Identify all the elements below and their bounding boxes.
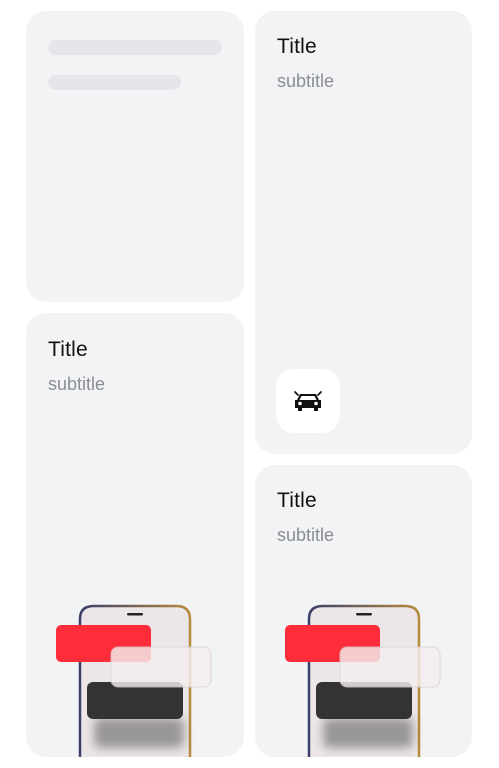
car-icon-tile[interactable]	[276, 369, 340, 433]
card-subtitle: subtitle	[277, 525, 335, 545]
card-title: Title	[48, 338, 88, 361]
skeleton-line-subtitle	[48, 75, 181, 90]
card-subtitle: subtitle	[277, 71, 335, 91]
skeleton-line-title	[48, 40, 222, 55]
loading-card	[26, 11, 244, 302]
phone-notification-illustration	[285, 604, 441, 757]
phone-card-right[interactable]: Title subtitle	[255, 465, 472, 757]
phone-card-left[interactable]: Title subtitle	[26, 313, 244, 757]
car-icon	[294, 391, 322, 411]
card-subtitle: subtitle	[48, 374, 106, 394]
card-title: Title	[277, 489, 317, 512]
car-card[interactable]: Title subtitle	[255, 11, 472, 454]
card-title: Title	[277, 35, 317, 58]
phone-notification-illustration	[56, 604, 212, 757]
